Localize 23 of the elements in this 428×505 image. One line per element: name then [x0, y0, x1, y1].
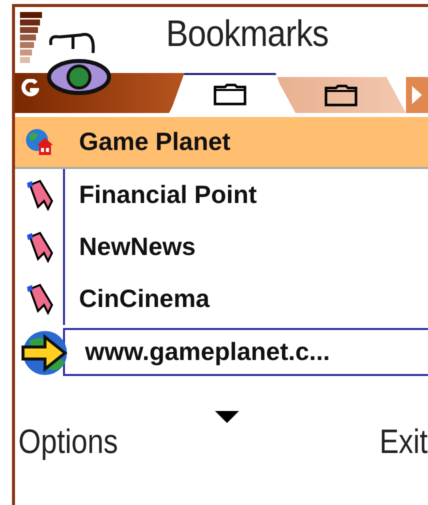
folder-tab[interactable]	[276, 77, 406, 113]
folder-icon	[213, 82, 247, 106]
g-logo-icon	[21, 79, 39, 97]
exit-softkey[interactable]: Exit	[376, 422, 428, 462]
globe-house-icon	[24, 127, 54, 157]
bookmark-row[interactable]: Financial Point	[15, 169, 428, 221]
signal-strength-icon	[20, 12, 44, 66]
address-field[interactable]: www.gameplanet.c...	[63, 328, 428, 376]
bookmark-row[interactable]: CinCinema	[15, 273, 428, 325]
bookmark-title: CinCinema	[78, 284, 211, 314]
options-softkey[interactable]: Options	[15, 422, 122, 462]
right-arrow-icon[interactable]	[411, 85, 423, 105]
bookmark-row[interactable]: NewNews	[15, 221, 428, 273]
bookmark-title: NewNews	[78, 232, 197, 262]
ribbon-icon	[24, 283, 54, 315]
bookmark-title: Financial Point	[78, 180, 258, 210]
bookmark-title: Game Planet	[78, 128, 232, 156]
folder-icon	[324, 83, 358, 107]
down-arrow-icon	[215, 411, 239, 423]
window-title: Bookmarks	[166, 13, 328, 55]
bookmark-row[interactable]: Game Planet	[15, 117, 428, 167]
ribbon-icon	[24, 231, 54, 263]
ribbon-icon	[24, 179, 54, 211]
